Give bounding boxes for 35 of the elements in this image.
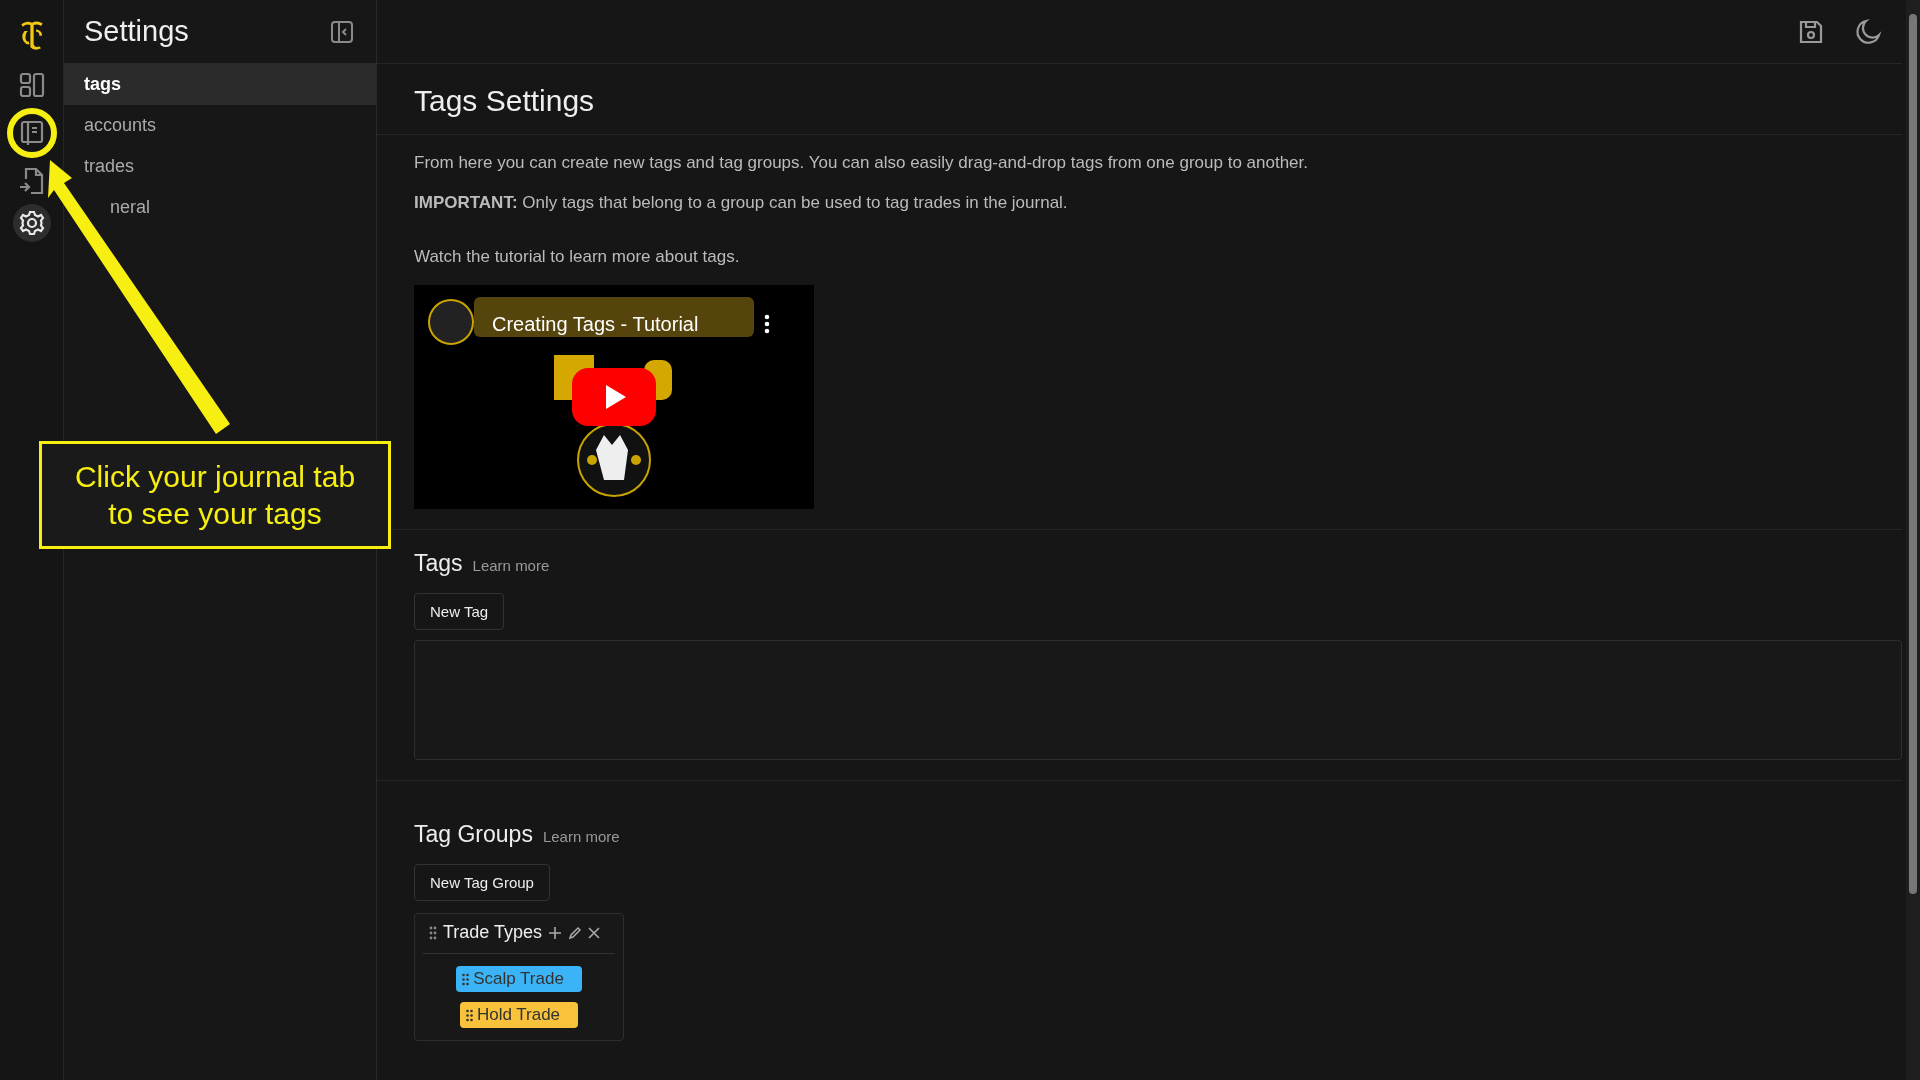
learn-more-link[interactable]: Learn more <box>542 828 620 845</box>
play-icon[interactable] <box>572 368 656 426</box>
section-heading: Tags <box>414 550 463 577</box>
dark-mode-icon[interactable] <box>1854 17 1882 46</box>
page-title: Tags Settings <box>414 84 596 118</box>
important-note: IMPORTANT: Only tags that belong to a group can be used to tag trades in the journal. <box>414 193 1069 213</box>
section-heading: Tag Groups <box>414 821 533 848</box>
journal-icon[interactable] <box>6 108 57 158</box>
tag-chip[interactable]: Scalp Trade <box>456 966 582 992</box>
import-icon[interactable] <box>17 167 46 195</box>
sidebar-item[interactable]: neral <box>110 187 151 228</box>
drag-handle-icon[interactable] <box>465 1008 473 1022</box>
sidebar-title: Settings <box>84 15 189 48</box>
drag-handle-icon[interactable] <box>462 972 470 986</box>
sidebar-item[interactable]: accounts <box>84 105 157 146</box>
annotation-callout: Click your journal tab to see your tags <box>39 441 391 549</box>
new-tag-button[interactable]: New Tag <box>414 593 505 630</box>
group-name: Trade Types <box>443 922 543 943</box>
tag-chip[interactable]: Hold Trade <box>459 1002 579 1028</box>
edit-icon[interactable] <box>568 925 583 940</box>
scrollbar[interactable] <box>1906 0 1920 1080</box>
more-options-icon[interactable] <box>764 314 770 334</box>
intro-text: From here you can create new tags and tag groups. You can also easily drag-and-drop tags from one group to another. <box>414 153 1309 173</box>
new-tag-group-button[interactable]: New Tag Group <box>414 864 550 901</box>
sidebar-item[interactable]: trades <box>84 146 135 187</box>
dashboard-icon[interactable] <box>17 71 46 99</box>
save-icon[interactable] <box>1798 18 1824 45</box>
learn-more-link[interactable]: Learn more <box>472 557 550 574</box>
close-icon[interactable] <box>588 926 601 939</box>
add-icon[interactable] <box>548 925 563 940</box>
drag-handle-icon[interactable] <box>429 925 437 940</box>
tutorial-text: Watch the tutorial to learn more about tags. <box>414 247 741 267</box>
sidebar-item[interactable]: tags <box>64 64 376 105</box>
settings-icon[interactable] <box>12 204 51 242</box>
collapse-sidebar-icon[interactable] <box>330 19 354 44</box>
